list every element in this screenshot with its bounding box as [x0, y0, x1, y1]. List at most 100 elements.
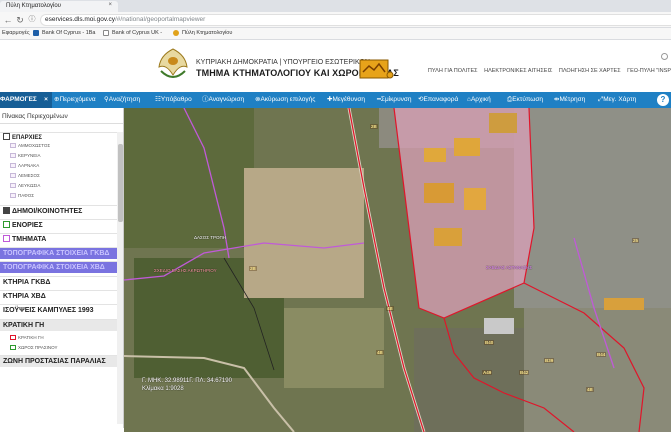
plot-label[interactable]: 4Β: [376, 350, 384, 355]
site-search-icon[interactable]: [661, 53, 668, 60]
bookmark-label: Bank Of Cyprus - 1Ba: [42, 30, 96, 36]
plot-label[interactable]: Β42: [519, 370, 530, 375]
apps-menu[interactable]: ΦΑΡΜΟΓΕΣ: [0, 92, 43, 108]
tool-basemap[interactable]: ☷Υπόβαθρο: [155, 92, 192, 108]
plot-label[interactable]: 2Β: [249, 266, 257, 271]
layer-districts[interactable]: ΕΠΑΡΧΙΕΣ: [0, 132, 117, 141]
layer-coastal-zone[interactable]: ΖΩΝΗ ΠΡΟΣΤΑΣΙΑΣ ΠΑΡΑΛΙΑΣ: [0, 355, 117, 367]
plot-label[interactable]: Β40: [484, 340, 495, 345]
reload-icon[interactable]: ↻: [14, 14, 26, 26]
url-path: /#/national/geoportalmapviewer: [114, 16, 206, 23]
tool-print[interactable]: ⎙Εκτύπωση: [507, 92, 543, 108]
back-arrow-icon[interactable]: ←: [2, 14, 14, 26]
layer-buildings-xvd[interactable]: ΚΤΗΡΙΑ ΧΒΔ: [0, 290, 117, 302]
close-icon[interactable]: ×: [40, 92, 52, 108]
residential-area: [514, 108, 671, 308]
district-paphos: ΠΑΦΟΣ: [10, 192, 117, 200]
scrollbar-thumb[interactable]: [118, 144, 123, 222]
url-field[interactable]: eservices.dls.moi.gov.cy/#/national/geop…: [40, 14, 671, 26]
address-bar-row: ← ↻ ⓘ eservices.dls.moi.gov.cy/#/nationa…: [0, 12, 671, 28]
plot-label[interactable]: Α49: [482, 370, 493, 375]
bookmark-label: Πύλη Κτηματολογίου: [182, 30, 233, 36]
building: [484, 318, 514, 334]
layer-buildings-gkvd[interactable]: ΚΤΗΡΙΑ ΓΚΒΔ: [0, 276, 117, 288]
plot-label[interactable]: 25: [632, 238, 640, 243]
url-host: eservices.dls.moi.gov.cy: [45, 16, 115, 23]
tool-zoom-in[interactable]: ✚Μεγέθυνση: [327, 92, 365, 108]
tool-reset[interactable]: ⟲Επαναφορά: [418, 92, 458, 108]
plot-label[interactable]: 4Β: [586, 387, 594, 392]
field-area: [124, 108, 254, 248]
plot-label[interactable]: Β39: [544, 358, 555, 363]
map-label-akrotiri: ΣΧΕΔΙΟ ΒΑΣΗΣ ΑΚΡΩΤΗΡΙΟΥ: [154, 268, 217, 273]
layer-topo-gkvd[interactable]: ΤΟΠΟΓΡΑΦΙΚΑ ΣΤΟΙΧΕΙΑ ΓΚΒΔ: [0, 247, 117, 259]
layer-topo-xvd[interactable]: ΤΟΠΟΓΡΑΦΙΚΑ ΣΤΟΙΧΕΙΑ ΧΒΔ: [0, 261, 117, 273]
link-citizen-portal[interactable]: ΠΥΛΗ ΓΙΑ ΠΟΛΙΤΕΣ: [428, 68, 478, 74]
map-label-forest: ΔΑΣΟΣ ΤΡΟΠΗ: [194, 235, 226, 240]
swatch: [10, 335, 16, 341]
checkbox[interactable]: [3, 221, 10, 228]
link-e-applications[interactable]: ΗΛΕΚΤΡΟΝΙΚΕΣ ΑΙΤΗΣΕΙΣ: [484, 68, 552, 74]
bookmark-label: Εφαρμογές: [2, 30, 30, 36]
building: [489, 113, 517, 133]
tool-identify[interactable]: ⓘΑναγνώριση: [202, 92, 244, 108]
tool-contents[interactable]: ⊕Περιεχόμενα: [54, 92, 96, 108]
checkbox[interactable]: [3, 207, 10, 214]
browser-tab[interactable]: Πύλη Κτηματολογίου ×: [0, 1, 118, 12]
bookmarks-bar: Εφαρμογές Bank Of Cyprus - 1Ba Bank of C…: [0, 28, 671, 40]
tool-large-map[interactable]: ⤢Μεγ. Χάρτη: [598, 92, 636, 108]
tool-search[interactable]: ⚲Αναζήτηση: [104, 92, 140, 108]
legend-scrollbar[interactable]: [117, 132, 123, 424]
layer-contours-1993[interactable]: ΙΣΟΫΨΕΙΣ ΚΑΜΠΥΛΕΣ 1993: [0, 304, 117, 316]
bookmark-bank-of-cyprus-uk[interactable]: Bank of Cyprus UK -: [103, 30, 162, 36]
bookmark-dls-portal[interactable]: Πύλη Κτηματολογίου: [173, 30, 232, 36]
building: [434, 228, 462, 246]
district-kyrenia: ΚΕΡΥΝΕΙΑ: [10, 152, 117, 160]
building: [454, 138, 480, 156]
tab-close-icon[interactable]: ×: [108, 2, 112, 8]
map-label-astanasi: ΣΧΕΔΙΑΣ ΑΣΤΑΝΑΣΗΣ: [486, 265, 533, 270]
scrub-area: [284, 308, 384, 388]
layer-parishes[interactable]: ΕΝΟΡΙΕΣ: [0, 219, 117, 231]
info-icon[interactable]: ⓘ: [26, 14, 38, 26]
residential-area-south: [524, 308, 671, 432]
plot-label[interactable]: 4Β: [386, 306, 394, 311]
district-nicosia: ΛΕΥΚΩΣΙΑ: [10, 182, 117, 190]
legend-title: Πίνακας Περιεχομένων: [0, 108, 123, 124]
layer-municipalities[interactable]: ΔΗΜΟΙ/ΚΟΙΝΟΤΗΤΕΣ: [0, 205, 117, 217]
link-map-navigation[interactable]: ΠΛΟΗΓΗΣΗ ΣΕ ΧΑΡΤΕΣ: [559, 68, 621, 74]
checkbox[interactable]: [3, 133, 10, 140]
layer-sections[interactable]: ΤΜΗΜΑΤΑ: [0, 233, 117, 245]
scrub-area-south: [414, 328, 524, 432]
building: [424, 148, 446, 162]
map-toolbar: ΦΑΡΜΟΓΕΣ × ⊕Περιεχόμενα ⚲Αναζήτηση ☷Υπόβ…: [0, 92, 671, 108]
help-icon[interactable]: ?: [657, 94, 669, 106]
tool-zoom-out[interactable]: ━Σμίκρυνση: [377, 92, 412, 108]
building: [424, 183, 454, 203]
government-line: ΚΥΠΡΙΑΚΗ ΔΗΜΟΚΡΑΤΙΑ | ΥΠΟΥΡΓΕΙΟ ΕΣΩΤΕΡΙΚ…: [196, 59, 370, 66]
plot-label[interactable]: 2Β: [370, 124, 378, 129]
bank-icon: [33, 30, 39, 36]
tool-measure[interactable]: ⇹Μέτρηση: [554, 92, 585, 108]
map-view[interactable]: ΔΑΣΟΣ ΤΡΟΠΗ ΣΧΕΔΙΟ ΒΑΣΗΣ ΑΚΡΩΤΗΡΙΟΥ ΣΧΕΔ…: [124, 108, 671, 432]
layer-state-land[interactable]: ΚΡΑΤΙΚΗ ΓΗ: [0, 319, 117, 331]
swatch: [10, 143, 16, 149]
swatch: [10, 183, 16, 189]
link-geoportal[interactable]: ΓΕΩ-ΠΥΛΗ "INSP: [627, 68, 671, 74]
swatch: [10, 163, 16, 169]
bookmark-label: Bank of Cyprus UK -: [112, 30, 163, 36]
bookmark-bank-of-cyprus[interactable]: Bank Of Cyprus - 1Ba: [33, 30, 96, 36]
district-larnaca: ΛΑΡΝΑΚΑ: [10, 162, 117, 170]
legend-green-space: ΧΩΡΟΣ ΠΡΑΣΙΝΟΥ: [10, 344, 117, 352]
tool-home[interactable]: ⌂Αρχική: [467, 92, 491, 108]
checkbox[interactable]: [3, 235, 10, 242]
page-icon: [103, 30, 109, 36]
quarry-area: [244, 168, 364, 298]
tool-clear-selection[interactable]: ⊗Ακύρωση επιλογής: [255, 92, 315, 108]
coordinate-readout: Γ. ΜΗΚ. 32.98911Γ. ΠΛ. 34.67190: [142, 378, 232, 384]
building: [464, 188, 486, 210]
swatch: [10, 153, 16, 159]
plot-label[interactable]: Β44: [596, 352, 607, 357]
bookmark-apps[interactable]: Εφαρμογές: [2, 30, 30, 36]
building: [604, 298, 644, 310]
